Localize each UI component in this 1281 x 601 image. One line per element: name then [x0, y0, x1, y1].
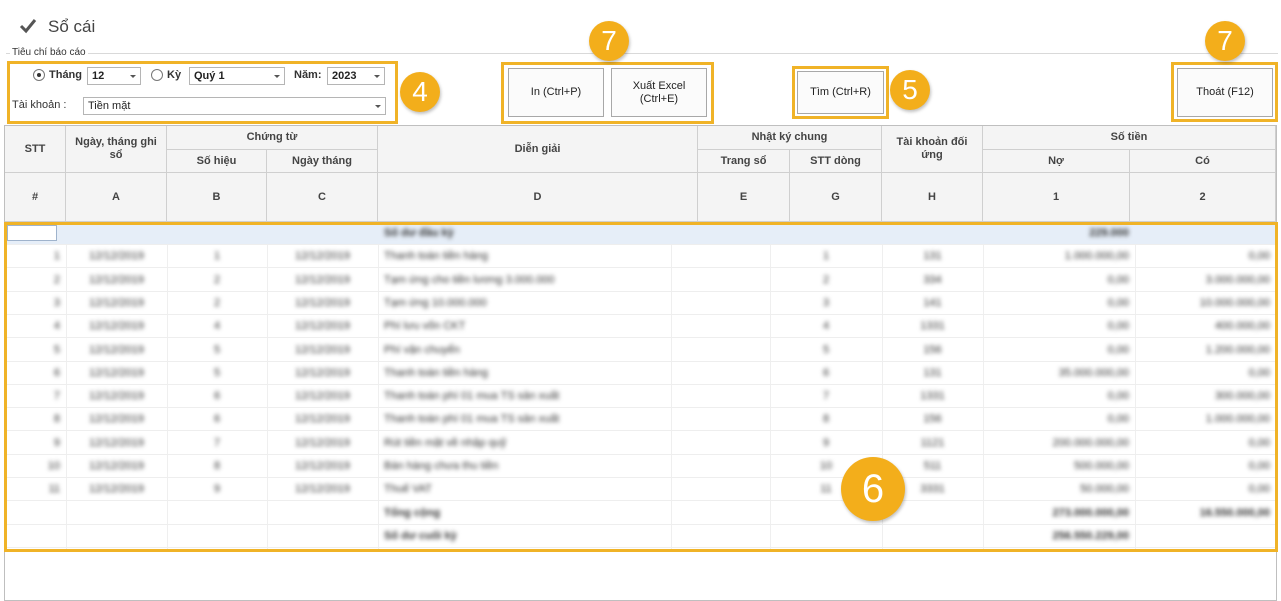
header-line: STT dòng: [790, 150, 882, 173]
header-journal: Nhật ký chung: [698, 126, 882, 150]
exit-button[interactable]: Thoát (F12): [1177, 68, 1273, 117]
code-line: G: [790, 173, 882, 222]
header-page: Trang sổ: [698, 150, 790, 173]
code-description: D: [378, 173, 698, 222]
header-date: Ngày, tháng ghi sổ: [66, 126, 167, 173]
annotation-badge-5: 5: [890, 70, 930, 110]
chevron-down-icon: [274, 75, 280, 78]
year-select[interactable]: 2023: [327, 67, 385, 85]
exit-label: Thoát (F12): [1196, 86, 1254, 98]
window-title: Sổ cái: [48, 17, 96, 36]
header-voucher: Chứng từ: [167, 126, 378, 150]
group-divider: [6, 53, 1278, 54]
find-button[interactable]: Tìm (Ctrl+R): [797, 71, 884, 114]
header-amount: Số tiền: [983, 126, 1276, 150]
period-label: Kỳ: [167, 69, 182, 81]
export-label-line1: Xuất Excel: [632, 79, 686, 92]
header-credit: Có: [1130, 150, 1276, 173]
account-select[interactable]: Tiền mặt: [83, 97, 386, 115]
header-voucher-no: Số hiệu: [167, 150, 267, 173]
header-description: Diễn giải: [378, 126, 698, 173]
annotation-badge-7-exit: 7: [1205, 21, 1245, 61]
print-button[interactable]: In (Ctrl+P): [508, 68, 604, 117]
chevron-down-icon: [130, 75, 136, 78]
print-label: In (Ctrl+P): [530, 86, 582, 98]
code-date: A: [66, 173, 167, 222]
month-value: 12: [92, 70, 105, 82]
title-bar: Sổ cái: [0, 0, 1281, 48]
code-voucher-no: B: [167, 173, 267, 222]
year-label: Năm:: [294, 69, 322, 81]
annotation-badge-6: 6: [841, 457, 905, 521]
account-label: Tài khoản :: [12, 99, 67, 111]
period-radio[interactable]: [151, 69, 163, 81]
checkmark-icon: [19, 19, 37, 34]
period-value: Quý 1: [194, 70, 225, 82]
find-label: Tìm (Ctrl+R): [810, 86, 871, 98]
header-voucher-date: Ngày tháng: [267, 150, 378, 173]
code-voucher-date: C: [267, 173, 378, 222]
export-label-line2: (Ctrl+E): [639, 92, 679, 105]
chevron-down-icon: [374, 75, 380, 78]
chevron-down-icon: [375, 105, 381, 108]
grid-body-highlight: [4, 222, 1278, 552]
header-stt: STT: [5, 126, 66, 173]
period-select[interactable]: Quý 1: [189, 67, 285, 85]
annotation-badge-4: 4: [400, 72, 440, 112]
code-debit: 1: [983, 173, 1130, 222]
code-counter-account: H: [882, 173, 983, 222]
criteria-group-label: Tiêu chí báo cáo: [10, 47, 88, 58]
code-credit: 2: [1130, 173, 1276, 222]
header-counter-account: Tài khoản đối ứng: [882, 126, 983, 173]
export-excel-button[interactable]: Xuất Excel (Ctrl+E): [611, 68, 707, 117]
month-radio[interactable]: [33, 69, 45, 81]
month-select[interactable]: 12: [87, 67, 141, 85]
header-debit: Nợ: [983, 150, 1130, 173]
month-label: Tháng: [49, 69, 82, 81]
year-value: 2023: [332, 70, 357, 82]
account-value: Tiền mặt: [88, 100, 131, 112]
code-page: E: [698, 173, 790, 222]
code-stt: #: [5, 173, 66, 222]
annotation-badge-7: 7: [589, 21, 629, 61]
